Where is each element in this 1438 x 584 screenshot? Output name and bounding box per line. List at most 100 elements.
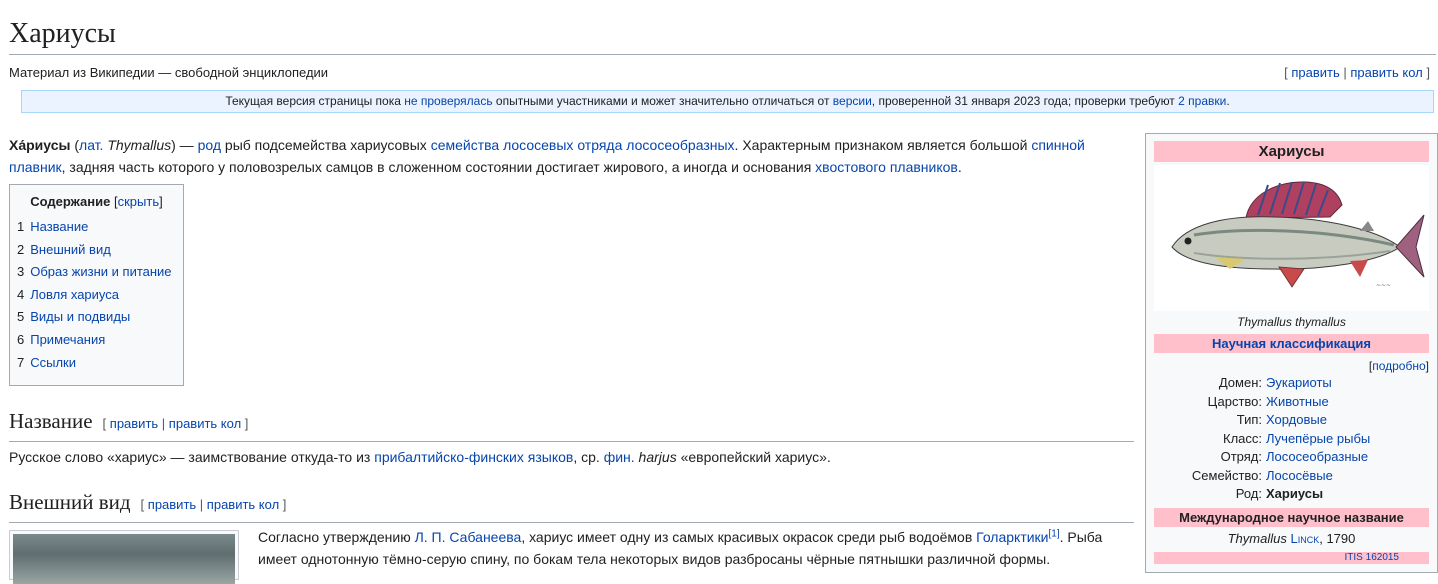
infobox-title: Хариусы bbox=[1154, 141, 1429, 162]
text: Русское слово «хариус» — заимствование о… bbox=[9, 449, 375, 465]
toc-number: 2 bbox=[17, 241, 25, 257]
toc-link-links[interactable]: Ссылки bbox=[30, 355, 76, 370]
title-divider bbox=[9, 54, 1436, 55]
classification-header: Научная классификация bbox=[1154, 334, 1429, 353]
toc-number: 4 bbox=[17, 286, 25, 302]
toc-item[interactable]: 4 Ловля хариуса bbox=[17, 284, 176, 307]
latin-link[interactable]: лат. bbox=[79, 137, 103, 153]
lead-paragraph: Ха́риусы (лат. Thymallus) — род рыб подс… bbox=[9, 134, 1109, 178]
infobox: Хариусы ~~~ Thymallus thymallus Научная … bbox=[1145, 133, 1438, 573]
edit-link[interactable]: править bbox=[1291, 65, 1339, 80]
taxon-row: Царство: Животные bbox=[1154, 393, 1429, 412]
notice-edits-link[interactable]: 2 правки bbox=[1178, 94, 1226, 108]
order-link[interactable]: отряда лососеобразных bbox=[577, 137, 734, 153]
notice-unreviewed-link[interactable]: не проверялась bbox=[404, 94, 492, 108]
latin-name: Thymallus bbox=[103, 137, 172, 153]
edit-code-link[interactable]: править кол bbox=[1350, 65, 1422, 80]
lead-term: Ха́риусы bbox=[9, 137, 71, 153]
text: . Характерным признаком является большой bbox=[734, 137, 1032, 153]
text: ( bbox=[70, 137, 80, 153]
toc-link-notes[interactable]: Примечания bbox=[30, 332, 105, 347]
taxon-link[interactable]: Лучепёрые рыбы bbox=[1266, 430, 1429, 449]
toc-number: 7 bbox=[17, 354, 25, 370]
details-link[interactable]: подробно bbox=[1372, 359, 1425, 373]
toc-item[interactable]: 3 Образ жизни и питание bbox=[17, 261, 176, 284]
taxon-link[interactable]: Хордовые bbox=[1266, 411, 1429, 430]
toc-number: 5 bbox=[17, 309, 25, 325]
toc-link-appearance[interactable]: Внешний вид bbox=[30, 242, 111, 257]
taxon-link[interactable]: Лососеобразные bbox=[1266, 448, 1429, 467]
section-paragraph: Русское слово «хариус» — заимствование о… bbox=[9, 446, 1129, 468]
notice-version-link[interactable]: версии bbox=[833, 94, 872, 108]
toc-item[interactable]: 2 Внешний вид bbox=[17, 239, 176, 262]
taxon-label: Домен: bbox=[1218, 375, 1262, 390]
holarctic-link[interactable]: Голарктики bbox=[976, 529, 1048, 545]
toc-toggle-wrap: [скрыть] bbox=[113, 194, 163, 209]
text: , задняя часть которого у половозрелых с… bbox=[61, 159, 816, 175]
taxon-label: Класс: bbox=[1223, 430, 1262, 446]
family-link[interactable]: семейства лососевых bbox=[431, 137, 574, 153]
classification-link[interactable]: Научная классификация bbox=[1212, 336, 1371, 351]
page-edit-links: [ править | править кол ] bbox=[1284, 65, 1430, 80]
table-of-contents: Содержание [скрыть] 1 Название 2 Внешний в… bbox=[9, 184, 184, 386]
section-thumbnail[interactable] bbox=[9, 530, 239, 584]
taxon-label: Тип: bbox=[1236, 412, 1262, 427]
section-title: Внешний вид bbox=[9, 490, 131, 514]
text: , хариус имеет одну из самых красивых ок… bbox=[521, 529, 977, 545]
section-edit-links: [ править | править кол ] bbox=[102, 416, 249, 431]
text: «европейский хариус». bbox=[676, 449, 831, 465]
toc-item[interactable]: 6 Примечания bbox=[17, 329, 176, 352]
finnic-languages-link[interactable]: прибалтийско-финских языков bbox=[374, 449, 573, 465]
section-title: Название bbox=[9, 409, 93, 433]
notice-text: опытными участниками и может значительно… bbox=[492, 94, 833, 108]
finnish-word: harjus bbox=[634, 449, 677, 465]
toc-toggle-link[interactable]: скрыть bbox=[118, 194, 160, 209]
text: рыб подсемейства хариусовых bbox=[221, 137, 431, 153]
infobox-fish-image[interactable]: ~~~ bbox=[1154, 165, 1429, 311]
scientific-name: Thymallus bbox=[1227, 530, 1287, 546]
text: Согласно утверждению bbox=[258, 529, 415, 545]
review-notice: Текущая версия страницы пока не проверял… bbox=[21, 90, 1434, 113]
finnish-link[interactable]: фин. bbox=[604, 449, 635, 465]
taxon-link[interactable]: Животные bbox=[1266, 393, 1429, 412]
details-link-wrap: [подробно] bbox=[1368, 359, 1429, 373]
taxon-link[interactable]: Лососёвые bbox=[1266, 467, 1429, 486]
reference-link[interactable]: [1] bbox=[1049, 528, 1060, 539]
section-edit-code-link[interactable]: править кол bbox=[207, 497, 279, 512]
toc-item[interactable]: 5 Виды и подвиды bbox=[17, 306, 176, 329]
infobox-caption: Thymallus thymallus bbox=[1237, 315, 1346, 329]
section-edit-code-link[interactable]: править кол bbox=[169, 416, 241, 431]
toc-link-lifestyle[interactable]: Образ жизни и питание bbox=[30, 264, 171, 279]
text: . bbox=[957, 159, 962, 175]
svg-text:~~~: ~~~ bbox=[1376, 282, 1391, 289]
notice-text: . bbox=[1226, 94, 1230, 108]
toc-item[interactable]: 1 Название bbox=[17, 216, 176, 239]
toc-item[interactable]: 7 Ссылки bbox=[17, 352, 176, 375]
author-link[interactable]: Linck bbox=[1290, 531, 1319, 546]
taxon-row: Тип: Хордовые bbox=[1154, 411, 1429, 430]
section-heading-appearance: Внешний вид [ править | править кол ] bbox=[9, 488, 1134, 523]
intl-name-header: Международное научное название bbox=[1154, 507, 1429, 527]
taxon-link[interactable]: Эукариоты bbox=[1266, 374, 1429, 393]
section-edit-link[interactable]: править bbox=[148, 497, 196, 512]
toc-link-name[interactable]: Название bbox=[30, 219, 88, 234]
itis-strip: ITIS 162015 bbox=[1154, 551, 1429, 564]
taxon-label: Семейство: bbox=[1191, 467, 1262, 483]
text: ) — bbox=[171, 137, 198, 153]
text: , ср. bbox=[573, 449, 604, 465]
caudal-fin-link[interactable]: хвостового плавников bbox=[815, 159, 958, 175]
section-edit-link[interactable]: править bbox=[110, 416, 158, 431]
taxon-value: Хариусы bbox=[1266, 486, 1324, 501]
intl-name: Thymallus Linck, 1790 bbox=[1154, 531, 1429, 546]
taxon-row: Семейство: Лососёвые bbox=[1154, 467, 1429, 486]
itis-link[interactable]: ITIS 162015 bbox=[1345, 552, 1399, 564]
toc-link-fishing[interactable]: Ловля хариуса bbox=[30, 287, 119, 302]
thumbnail-image[interactable] bbox=[13, 534, 235, 584]
taxon-label: Отряд: bbox=[1220, 449, 1262, 464]
taxon-label: Род: bbox=[1235, 486, 1262, 501]
genus-link[interactable]: род bbox=[198, 137, 221, 153]
toc-link-species[interactable]: Виды и подвиды bbox=[30, 309, 130, 324]
site-subtitle: Материал из Википедии — свободной энцикл… bbox=[9, 65, 329, 80]
toc-title: Содержание bbox=[30, 194, 111, 209]
sabaneev-link[interactable]: Л. П. Сабанеева bbox=[415, 529, 522, 545]
